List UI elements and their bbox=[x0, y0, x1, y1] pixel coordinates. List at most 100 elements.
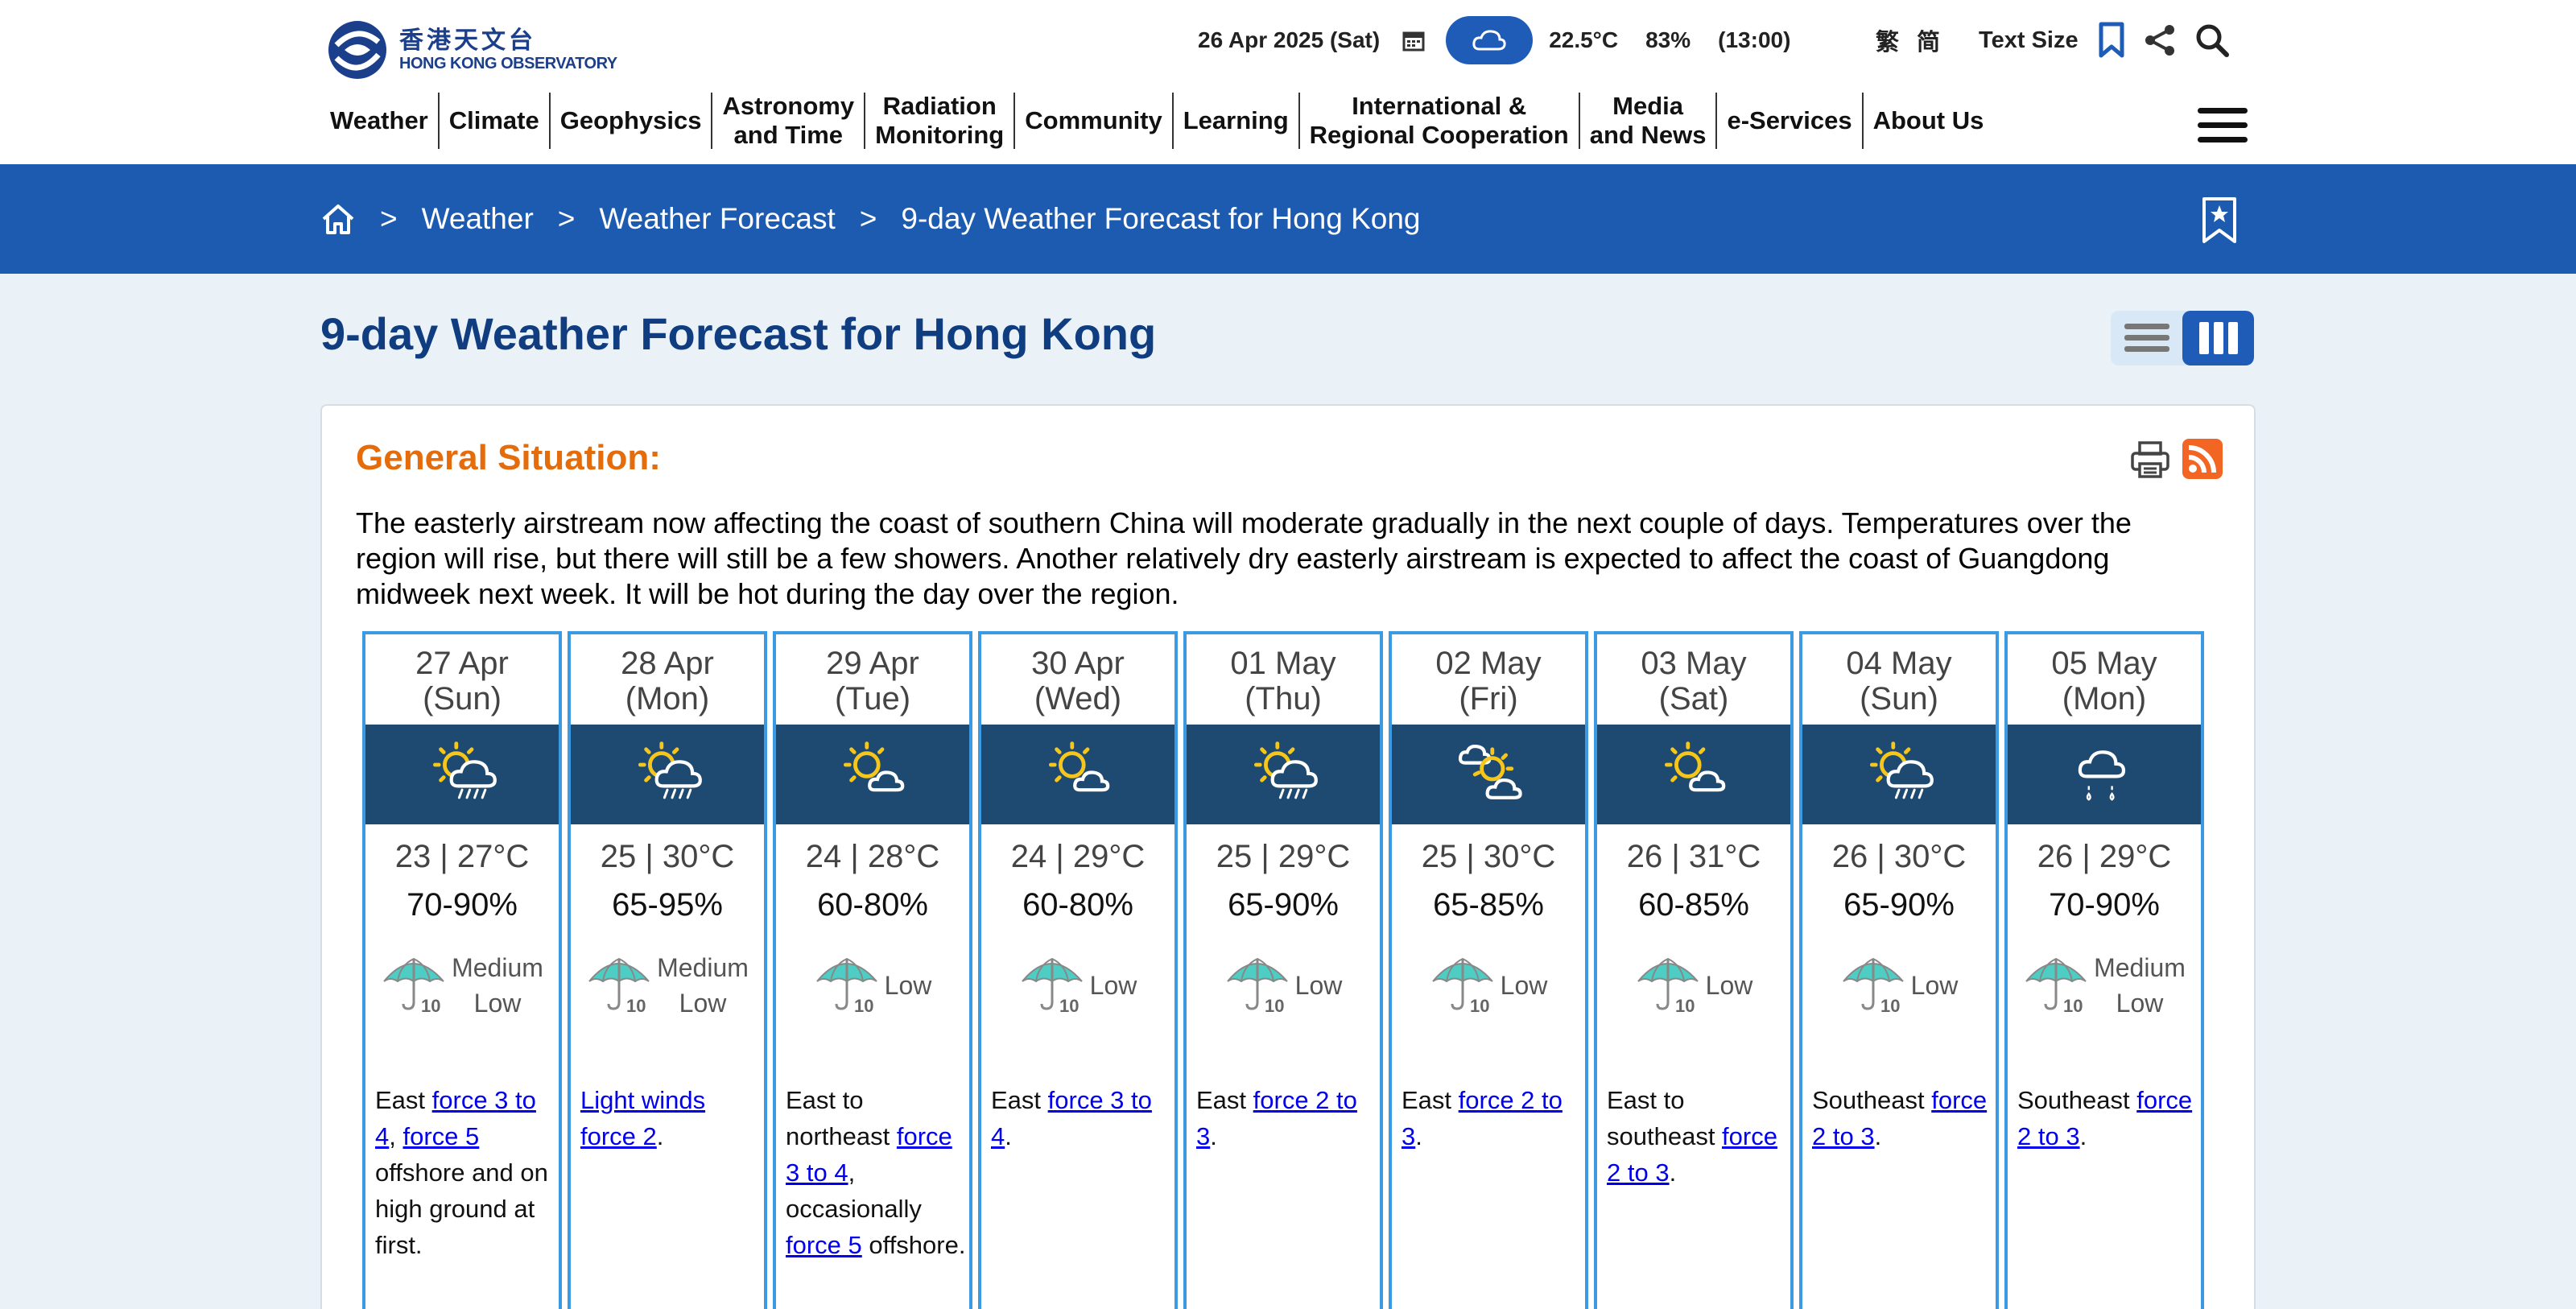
forecast-day-column: 28 Apr (Mon) 25 | 30°C 65-95% 10 Medium … bbox=[568, 631, 767, 1309]
home-icon[interactable] bbox=[320, 202, 356, 236]
umbrella-icon: 10 bbox=[2023, 954, 2089, 1018]
psr-label: Medium Low bbox=[657, 950, 749, 1021]
nav-community[interactable]: Community bbox=[1015, 93, 1174, 149]
nav-label: Community bbox=[1025, 106, 1162, 134]
wind-text: East bbox=[375, 1086, 432, 1114]
psr-label-line1: Medium bbox=[657, 953, 749, 982]
general-situation-text: The easterly airstream now affecting the… bbox=[356, 506, 2132, 610]
nav-label-line1: Astronomy bbox=[722, 92, 855, 120]
forecast-wind: East force 3 to 4, force 5 offshore and … bbox=[375, 1082, 555, 1263]
nav-label-line2: and News bbox=[1589, 121, 1707, 149]
umbrella-icon: 10 bbox=[381, 954, 447, 1018]
forecast-date-day: 04 May bbox=[1846, 646, 1952, 681]
forecast-humidity: 60-80% bbox=[1022, 887, 1133, 923]
wind-force-link[interactable]: Light winds force 2 bbox=[580, 1086, 705, 1150]
forecast-date: 02 May (Fri) bbox=[1392, 634, 1585, 725]
nav-label: Climate bbox=[448, 106, 539, 134]
sun-cloud-rain-icon bbox=[571, 725, 764, 824]
breadcrumb-weather-forecast[interactable]: Weather Forecast bbox=[599, 202, 835, 236]
text-size-button[interactable]: Text Size bbox=[1979, 27, 2079, 54]
hamburger-menu-icon[interactable] bbox=[2198, 108, 2248, 143]
probability-significant-rain: 10 Medium Low bbox=[365, 945, 559, 1026]
forecast-wind: East to northeast force 3 to 4, occasion… bbox=[786, 1082, 966, 1263]
forecast-day-column: 01 May (Thu) 25 | 29°C 65-90% 10 Low Eas… bbox=[1183, 631, 1383, 1309]
psr-label: Low bbox=[1295, 968, 1343, 1003]
forecast-humidity: 65-95% bbox=[612, 887, 723, 923]
nav-astronomy-and-time[interactable]: Astronomy and Time bbox=[712, 92, 866, 149]
nav-label-line2: Monitoring bbox=[875, 121, 1005, 149]
bookmark-star-icon[interactable] bbox=[2201, 196, 2238, 245]
wind-text: East bbox=[1402, 1086, 1459, 1114]
bookmark-icon[interactable] bbox=[2098, 22, 2125, 59]
umbrella-icon: 10 bbox=[1019, 954, 1085, 1018]
forecast-date-day: 28 Apr bbox=[621, 646, 714, 681]
current-weather-button[interactable] bbox=[1446, 16, 1534, 64]
psr-icon-number: 10 bbox=[421, 996, 440, 1014]
list-view-button[interactable] bbox=[2111, 311, 2182, 365]
cloud-rain-icon bbox=[2008, 725, 2201, 824]
psr-label: Low bbox=[1501, 968, 1548, 1003]
probability-significant-rain: 10 Low bbox=[1597, 945, 1790, 1026]
forecast-date-day: 01 May bbox=[1230, 646, 1336, 681]
traditional-chinese-link[interactable]: 繁 bbox=[1876, 23, 1899, 57]
breadcrumb: > Weather > Weather Forecast > 9-day Wea… bbox=[320, 164, 1421, 274]
psr-label: Low bbox=[1911, 968, 1959, 1003]
wind-text: Southeast bbox=[1812, 1086, 1932, 1114]
forecast-wind: Southeast force 2 to 3. bbox=[2017, 1082, 2198, 1154]
hko-emblem-icon bbox=[328, 21, 386, 79]
nav-label: Learning bbox=[1183, 106, 1289, 134]
wind-force-link[interactable]: force 5 bbox=[786, 1231, 862, 1259]
forecast-date: 01 May (Thu) bbox=[1187, 634, 1380, 725]
nav-climate[interactable]: Climate bbox=[440, 93, 551, 149]
umbrella-icon: 10 bbox=[1224, 954, 1290, 1018]
forecast-weekday: (Mon) bbox=[2062, 681, 2147, 716]
forecast-date-day: 29 Apr bbox=[826, 646, 919, 681]
nav-label-line1: International & bbox=[1352, 92, 1527, 120]
forecast-day-column: 03 May (Sat) 26 | 31°C 60-85% 10 Low Eas… bbox=[1594, 631, 1794, 1309]
sun-cloud-icon bbox=[981, 725, 1174, 824]
forecast-humidity: 60-80% bbox=[817, 887, 928, 923]
nav-radiation-monitoring[interactable]: Radiation Monitoring bbox=[865, 92, 1016, 149]
forecast-date-day: 30 Apr bbox=[1031, 646, 1125, 681]
view-toggle bbox=[2111, 311, 2254, 365]
nav-geophysics[interactable]: Geophysics bbox=[551, 93, 713, 149]
forecast-temperature: 25 | 29°C bbox=[1216, 839, 1351, 874]
hko-logo[interactable]: 香港天文台 HONG KONG OBSERVATORY bbox=[320, 18, 618, 82]
nav-media-and-news[interactable]: Media and News bbox=[1580, 92, 1718, 149]
sun-cloud-rain-icon bbox=[365, 725, 559, 824]
nav-e-services[interactable]: e-Services bbox=[1717, 93, 1864, 149]
column-view-button[interactable] bbox=[2182, 311, 2254, 365]
forecast-wind: East force 2 to 3. bbox=[1196, 1082, 1377, 1154]
forecast-weekday: (Sun) bbox=[423, 681, 502, 716]
psr-label-line1: Low bbox=[1705, 971, 1753, 1000]
share-icon[interactable] bbox=[2143, 23, 2177, 57]
breadcrumb-weather[interactable]: Weather bbox=[422, 202, 534, 236]
breadcrumb-current-page: 9-day Weather Forecast for Hong Kong bbox=[901, 202, 1421, 235]
sun-cloud-rain-icon bbox=[1802, 725, 1996, 824]
wind-text: . bbox=[1415, 1122, 1422, 1150]
simplified-chinese-link[interactable]: 简 bbox=[1917, 23, 1940, 57]
calendar-icon[interactable] bbox=[1402, 29, 1425, 52]
wind-force-link[interactable]: force 5 bbox=[402, 1122, 479, 1150]
search-icon[interactable] bbox=[2194, 23, 2230, 58]
wind-text: East to northeast bbox=[786, 1086, 897, 1150]
forecast-temperature: 26 | 30°C bbox=[1831, 839, 1967, 874]
nav-learning[interactable]: Learning bbox=[1174, 93, 1300, 149]
general-situation-title: General Situation: bbox=[356, 438, 661, 477]
rss-feed-icon[interactable] bbox=[2182, 438, 2223, 480]
print-icon[interactable] bbox=[2130, 440, 2170, 480]
forecast-day-column: 04 May (Sun) 26 | 30°C 65-90% 10 Low Sou… bbox=[1799, 631, 1999, 1309]
forecast-day-column: 29 Apr (Tue) 24 | 28°C 60-80% 10 Low Eas… bbox=[773, 631, 972, 1309]
psr-icon-number: 10 bbox=[1265, 996, 1284, 1014]
sun-cloud-rain-icon bbox=[1187, 725, 1380, 824]
nav-label: Weather bbox=[330, 106, 428, 134]
forecast-humidity: 65-90% bbox=[1843, 887, 1955, 923]
psr-icon-number: 10 bbox=[1059, 996, 1079, 1014]
nav-international-cooperation[interactable]: International & Regional Cooperation bbox=[1300, 92, 1580, 149]
nav-weather[interactable]: Weather bbox=[320, 93, 440, 149]
umbrella-icon: 10 bbox=[814, 954, 880, 1018]
psr-icon-number: 10 bbox=[2063, 996, 2083, 1014]
breadcrumb-separator: > bbox=[557, 202, 576, 235]
nav-about-us[interactable]: About Us bbox=[1864, 93, 1994, 149]
probability-significant-rain: 10 Low bbox=[776, 945, 969, 1026]
